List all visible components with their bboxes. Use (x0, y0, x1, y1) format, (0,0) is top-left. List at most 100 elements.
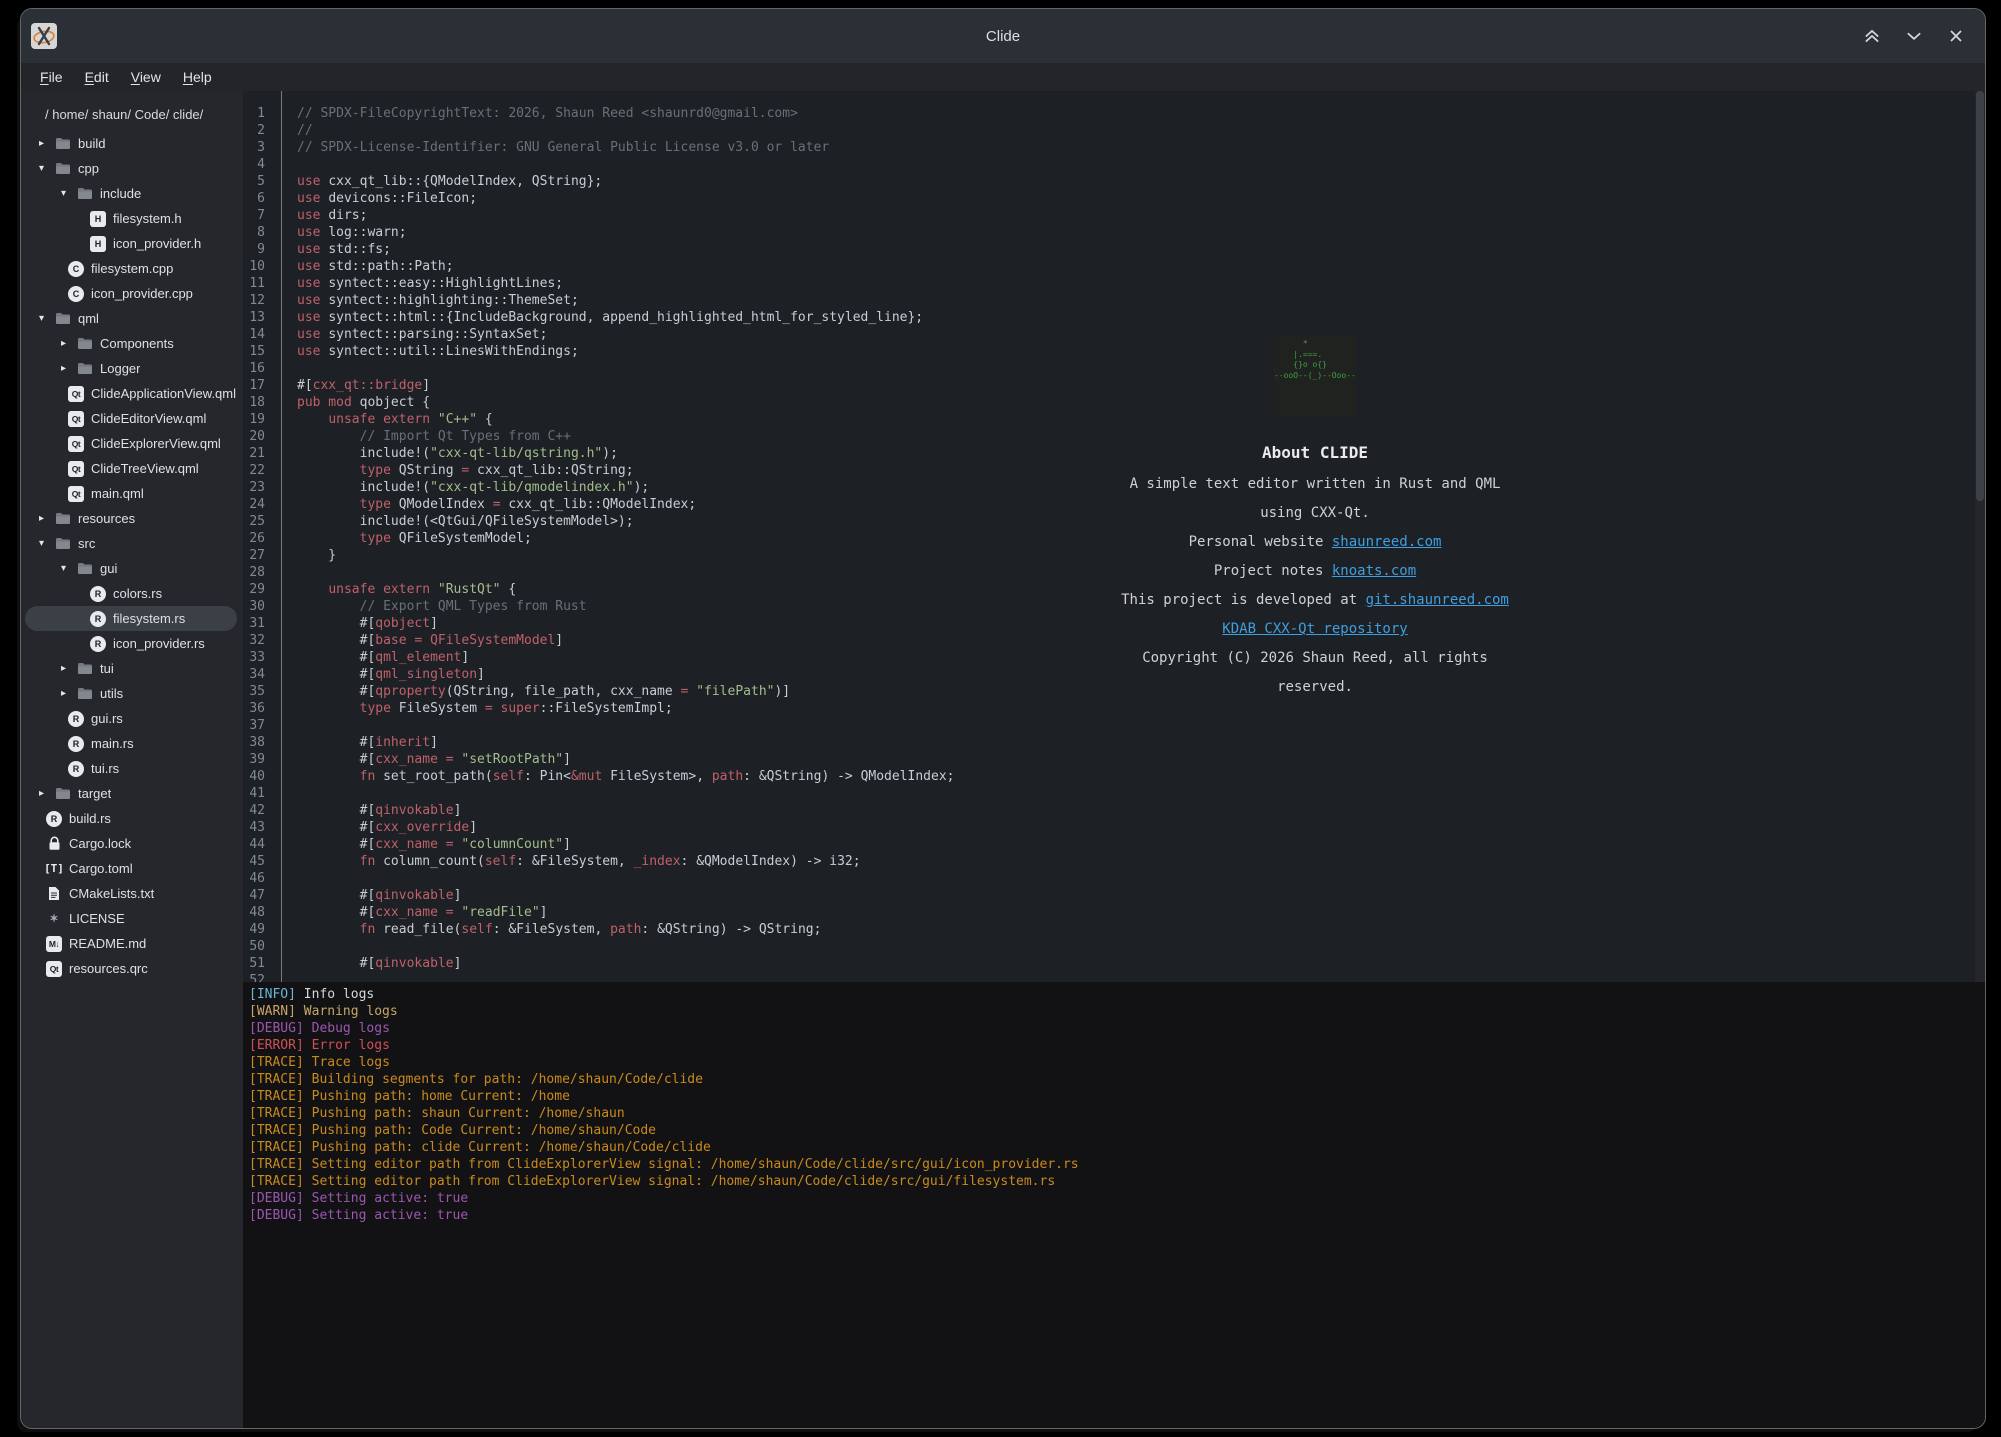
line-number: 17 (243, 377, 265, 394)
tree-item-build[interactable]: ▸ build (25, 131, 237, 156)
line-number: 7 (243, 207, 265, 224)
minimize-button[interactable] (1905, 27, 1923, 45)
shade-button[interactable] (1863, 27, 1881, 45)
tree-item-icon-provider-h[interactable]: Hicon_provider.h (25, 231, 237, 256)
content: / home/ shaun/ Code/ clide/ ▸build▾cpp▾i… (21, 91, 1985, 1428)
editor-scrollbar-thumb[interactable] (1976, 91, 1984, 501)
tree-item-filesystem-rs[interactable]: Rfilesystem.rs (25, 606, 237, 631)
chevron-expanded-icon[interactable]: ▾ (39, 538, 55, 549)
tree-item-icon-provider-cpp[interactable]: Cicon_provider.cpp (25, 281, 237, 306)
tree-item-label: ClideApplicationView.qml (91, 386, 236, 401)
tree-item-build-rs[interactable]: Rbuild.rs (25, 806, 237, 831)
chevron-collapsed-icon[interactable]: ▸ (61, 363, 77, 374)
code-line: #[cxx_name = "columnCount"] (297, 836, 1985, 853)
tree-item-label: resources.qrc (69, 961, 148, 976)
line-number: 16 (243, 360, 265, 377)
tree-item-license[interactable]: ✶LICENSE (25, 906, 237, 931)
line-number: 14 (243, 326, 265, 343)
about-link-shaunreed-com[interactable]: shaunreed.com (1332, 534, 1442, 550)
tree-item-colors-rs[interactable]: Rcolors.rs (25, 581, 237, 606)
chevron-down-icon (1905, 27, 1923, 45)
clide-logo-art: * |.===. {}o o{} --ooO--(_)--Ooo-- (1274, 335, 1356, 417)
line-number: 1 (243, 105, 265, 122)
line-number: 26 (243, 530, 265, 547)
tree-item-qml[interactable]: ▾qml (25, 306, 237, 331)
tree-item-filesystem-h[interactable]: Hfilesystem.h (25, 206, 237, 231)
tree-item-clideexplorerview-qml[interactable]: QtClideExplorerView.qml (25, 431, 237, 456)
tree-item-include[interactable]: ▾ include (25, 181, 237, 206)
tree-item-tui-rs[interactable]: Rtui.rs (25, 756, 237, 781)
folder-icon (55, 512, 71, 525)
log-line-trace: [TRACE] Pushing path: clide Current: /ho… (249, 1139, 1985, 1156)
tree-item-gui[interactable]: ▾ gui (25, 556, 237, 581)
tree-item-cargo-toml[interactable]: [T]Cargo.toml (25, 856, 237, 881)
chevron-expanded-icon[interactable]: ▾ (39, 163, 55, 174)
tree-item-label: include (100, 186, 141, 201)
chevron-collapsed-icon[interactable]: ▸ (61, 688, 77, 699)
log-line-trace: [TRACE] Building segments for path: /hom… (249, 1071, 1985, 1088)
tree-item-clideeditorview-qml[interactable]: QtClideEditorView.qml (25, 406, 237, 431)
cpp-file-icon: C (68, 261, 84, 277)
tree-item-clidetreeview-qml[interactable]: QtClideTreeView.qml (25, 456, 237, 481)
about-link-git-shaunreed-com[interactable]: git.shaunreed.com (1366, 592, 1509, 608)
tree-item-label: gui (100, 561, 117, 576)
rust-file-icon: R (68, 761, 84, 777)
tree-item-icon-provider-rs[interactable]: Ricon_provider.rs (25, 631, 237, 656)
folder-icon (77, 661, 93, 677)
close-button[interactable] (1947, 27, 1965, 45)
line-number: 2 (243, 122, 265, 139)
chevron-collapsed-icon[interactable]: ▸ (39, 788, 55, 799)
menu-help[interactable]: Help (174, 67, 221, 87)
tree-item-label: README.md (69, 936, 146, 951)
chevron-collapsed-icon[interactable]: ▸ (61, 663, 77, 674)
menu-file[interactable]: File (31, 67, 72, 87)
chevron-collapsed-icon[interactable]: ▸ (39, 513, 55, 524)
chevron-expanded-icon[interactable]: ▾ (39, 313, 55, 324)
tree-item-cpp[interactable]: ▾cpp (25, 156, 237, 181)
code-editor[interactable]: 1234567891011121314151617181920212223242… (243, 91, 1985, 982)
tree-item-logger[interactable]: ▸Logger (25, 356, 237, 381)
tree-item-gui-rs[interactable]: Rgui.rs (25, 706, 237, 731)
tree-item-components[interactable]: ▸Components (25, 331, 237, 356)
tree-item-utils[interactable]: ▸utils (25, 681, 237, 706)
tree-item-tui[interactable]: ▸tui (25, 656, 237, 681)
folder-icon (55, 161, 71, 177)
chevron-collapsed-icon[interactable]: ▸ (39, 138, 55, 149)
log-panel[interactable]: [INFO] Info logs[WARN] Warning logs[DEBU… (243, 982, 1985, 1428)
tree-item-label: src (78, 536, 95, 551)
tree-item-cargo-lock[interactable]: Cargo.lock (25, 831, 237, 856)
about-link-knoats-com[interactable]: knoats.com (1332, 563, 1416, 579)
line-number: 37 (243, 717, 265, 734)
line-number: 52 (243, 972, 265, 982)
tree-item-main-qml[interactable]: Qtmain.qml (25, 481, 237, 506)
tree-item-main-rs[interactable]: Rmain.rs (25, 731, 237, 756)
menu-edit[interactable]: Edit (76, 67, 118, 87)
menu-view[interactable]: View (122, 67, 170, 87)
chevron-expanded-icon[interactable]: ▾ (61, 563, 77, 574)
about-link-kdab-cxx-qt-repository[interactable]: KDAB CXX-Qt repository (1222, 621, 1407, 637)
rust-file-icon: R (68, 711, 84, 727)
line-number: 8 (243, 224, 265, 241)
tree-item-label: filesystem.h (113, 211, 182, 226)
chevron-expanded-icon[interactable]: ▾ (61, 188, 77, 199)
line-number: 24 (243, 496, 265, 513)
tree-item-filesystem-cpp[interactable]: Cfilesystem.cpp (25, 256, 237, 281)
code-line: use cxx_qt_lib::{QModelIndex, QString}; (297, 173, 1985, 190)
tree-item-src[interactable]: ▾ src (25, 531, 237, 556)
tree-item-resources-qrc[interactable]: Qtresources.qrc (25, 956, 237, 981)
tree-item-clideapplicationview-qml[interactable]: QtClideApplicationView.qml (25, 381, 237, 406)
log-line-debug: [DEBUG] Debug logs (249, 1020, 1985, 1037)
tree-item-target[interactable]: ▸target (25, 781, 237, 806)
code-line (297, 156, 1985, 173)
app-window: Clide FileEditViewHelp / home/ shaun/ C (20, 8, 1986, 1429)
tree-item-cmakelists-txt[interactable]: CMakeLists.txt (25, 881, 237, 906)
tree-item-label: Cargo.toml (69, 861, 133, 876)
markdown-file-icon: M↓ (46, 936, 62, 952)
tree-item-resources[interactable]: ▸resources (25, 506, 237, 531)
tree-item-readme-md[interactable]: M↓ README.md (25, 931, 237, 956)
tree-item-label: build (78, 136, 105, 151)
tree-item-label: filesystem.cpp (91, 261, 173, 276)
chevron-collapsed-icon[interactable]: ▸ (61, 338, 77, 349)
editor-scrollbar-track[interactable] (1975, 91, 1985, 982)
code-line: use syntect::highlighting::ThemeSet; (297, 292, 1985, 309)
